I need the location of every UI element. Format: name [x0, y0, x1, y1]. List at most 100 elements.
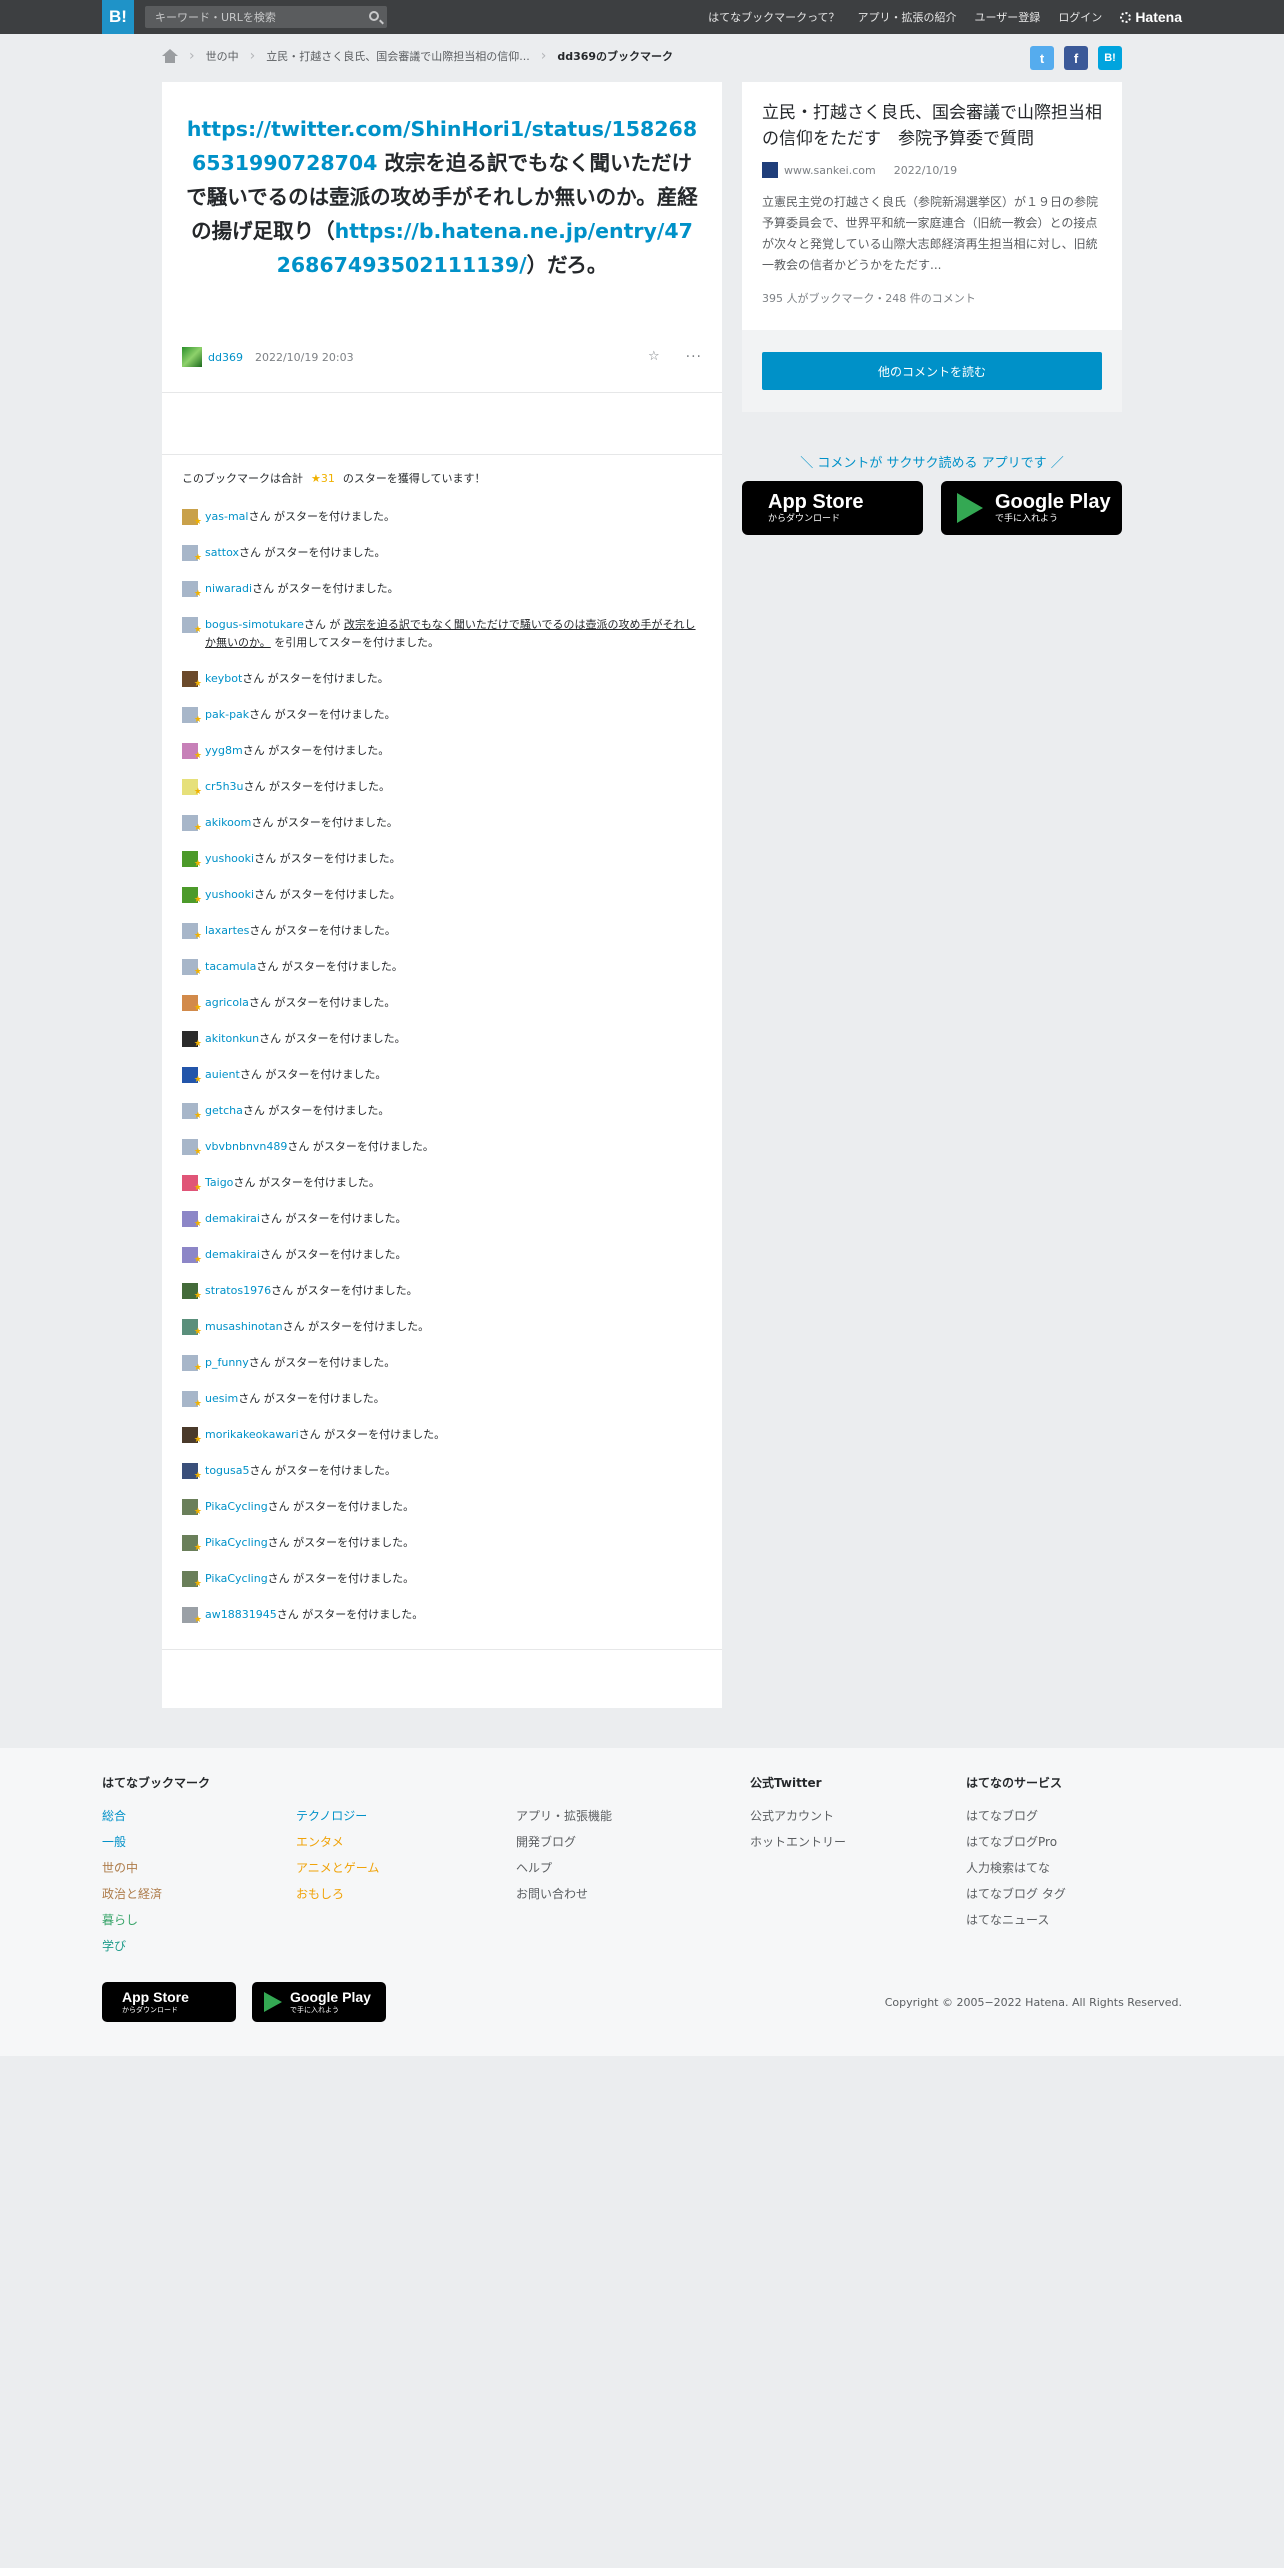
avatar[interactable]	[182, 1355, 202, 1377]
star-user-link[interactable]: demakirai	[205, 1212, 260, 1225]
entry-title[interactable]: 立民・打越さく良氏、国会審議で山際担当相の信仰をただす 参院予算委で質問	[742, 82, 1122, 152]
more-icon[interactable]: ···	[686, 349, 702, 365]
app-store-badge[interactable]: App Store からダウンロード	[742, 481, 923, 535]
breadcrumb-category[interactable]: 世の中	[206, 48, 239, 64]
avatar[interactable]	[182, 1247, 202, 1269]
star-user-link[interactable]: aw18831945	[205, 1608, 277, 1621]
avatar[interactable]	[182, 671, 202, 693]
footer-link-society[interactable]: 世の中	[102, 1860, 210, 1886]
star-user-link[interactable]: yyg8m	[205, 744, 243, 757]
star-user-link[interactable]: pak-pak	[205, 708, 249, 721]
star-user-link[interactable]: uesim	[205, 1392, 238, 1405]
avatar[interactable]	[182, 707, 202, 729]
avatar[interactable]	[182, 1067, 202, 1089]
star-user-link[interactable]: yushooki	[205, 852, 254, 865]
star-user-link[interactable]: akitonkun	[205, 1032, 259, 1045]
star-user-link[interactable]: PikaCycling	[205, 1572, 268, 1585]
footer-link-all[interactable]: 総合	[102, 1808, 210, 1834]
star-user-link[interactable]: PikaCycling	[205, 1500, 268, 1513]
star-user-link[interactable]: yushooki	[205, 888, 254, 901]
hatena-share-icon[interactable]: B!	[1098, 46, 1122, 70]
footer-link-blog[interactable]: はてなブログ	[966, 1808, 1066, 1834]
avatar[interactable]	[182, 1535, 202, 1557]
footer-link-fun[interactable]: おもしろ	[296, 1886, 379, 1912]
avatar[interactable]	[182, 1211, 202, 1233]
footer-link-learning[interactable]: 学び	[102, 1938, 210, 1964]
footer-link-contact[interactable]: お問い合わせ	[516, 1886, 612, 1912]
star-user-link[interactable]: akikoom	[205, 816, 251, 829]
hatena-bookmark-logo[interactable]: B!	[102, 0, 134, 34]
avatar[interactable]	[182, 923, 202, 945]
avatar[interactable]	[182, 743, 202, 765]
avatar[interactable]	[182, 1283, 202, 1305]
avatar[interactable]	[182, 1463, 202, 1485]
google-play-badge[interactable]: Google Play で手に入れよう	[941, 481, 1122, 535]
avatar[interactable]	[182, 1139, 202, 1161]
footer-link-general[interactable]: 一般	[102, 1834, 210, 1860]
avatar[interactable]	[182, 1499, 202, 1521]
avatar[interactable]	[182, 851, 202, 873]
nav-apps[interactable]: アプリ・拡張の紹介	[858, 9, 957, 25]
avatar[interactable]	[182, 959, 202, 981]
twitter-share-icon[interactable]: t	[1030, 46, 1054, 70]
avatar[interactable]	[182, 1103, 202, 1125]
avatar[interactable]	[182, 509, 202, 531]
star-user-link[interactable]: tacamula	[205, 960, 256, 973]
footer-link-question[interactable]: 人力検索はてな	[966, 1860, 1066, 1886]
star-user-link[interactable]: cr5h3u	[205, 780, 244, 793]
avatar[interactable]	[182, 779, 202, 801]
breadcrumb-entry[interactable]: 立民・打越さく良氏、国会審議で山際担当相の信仰...	[266, 48, 530, 64]
google-play-badge[interactable]: Google Play で手に入れよう	[252, 1982, 386, 2022]
star-user-link[interactable]: togusa5	[205, 1464, 249, 1477]
avatar[interactable]	[182, 1571, 202, 1593]
nav-login[interactable]: ログイン	[1058, 9, 1102, 25]
star-user-link[interactable]: keybot	[205, 672, 242, 685]
footer-link-politics[interactable]: 政治と経済	[102, 1886, 210, 1912]
avatar[interactable]	[182, 1319, 202, 1341]
hatena-brand-link[interactable]: Hatena	[1120, 9, 1182, 25]
avatar[interactable]	[182, 887, 202, 909]
nav-register[interactable]: ユーザー登録	[975, 9, 1041, 25]
footer-link-tech[interactable]: テクノロジー	[296, 1808, 379, 1834]
footer-link-entertainment[interactable]: エンタメ	[296, 1834, 379, 1860]
avatar[interactable]	[182, 617, 202, 639]
avatar[interactable]	[182, 1391, 202, 1413]
footer-link-dev-blog[interactable]: 開発ブログ	[516, 1834, 612, 1860]
bookmark-user[interactable]: dd369	[208, 351, 243, 364]
star-user-link[interactable]: demakirai	[205, 1248, 260, 1261]
footer-link-blog-tag[interactable]: はてなブログ タグ	[966, 1886, 1066, 1912]
entry-bookmark-count[interactable]: 395 人がブックマーク・248 件のコメント	[742, 276, 1122, 306]
comment-link-hatena[interactable]: https://b.hatena.ne.jp/entry/47268674935…	[277, 219, 693, 277]
footer-link-hot-entry[interactable]: ホットエントリー	[750, 1834, 846, 1860]
star-user-link[interactable]: laxartes	[205, 924, 249, 937]
search-icon[interactable]	[369, 11, 379, 21]
home-icon[interactable]	[162, 49, 178, 63]
entry-site[interactable]: www.sankei.com	[784, 164, 876, 177]
star-user-link[interactable]: vbvbnbnvn489	[205, 1140, 287, 1153]
avatar[interactable]	[182, 1175, 202, 1197]
star-user-link[interactable]: getcha	[205, 1104, 243, 1117]
footer-link-life[interactable]: 暮らし	[102, 1912, 210, 1938]
avatar[interactable]	[182, 1427, 202, 1449]
avatar[interactable]	[182, 995, 202, 1017]
footer-link-official-account[interactable]: 公式アカウント	[750, 1808, 846, 1834]
app-store-badge[interactable]: App Store からダウンロード	[102, 1982, 236, 2022]
star-user-link[interactable]: stratos1976	[205, 1284, 271, 1297]
footer-link-news[interactable]: はてなニュース	[966, 1912, 1066, 1938]
read-other-comments-button[interactable]: 他のコメントを読む	[762, 352, 1102, 390]
star-user-link[interactable]: niwaradi	[205, 582, 252, 595]
avatar[interactable]	[182, 545, 202, 567]
nav-about[interactable]: はてなブックマークって？	[708, 9, 839, 25]
footer-link-anime-game[interactable]: アニメとゲーム	[296, 1860, 379, 1886]
star-user-link[interactable]: yas-mal	[205, 510, 248, 523]
avatar[interactable]	[182, 1031, 202, 1053]
search-input[interactable]	[145, 6, 355, 28]
star-user-link[interactable]: musashinotan	[205, 1320, 283, 1333]
star-user-link[interactable]: sattox	[205, 546, 239, 559]
footer-link-help[interactable]: ヘルプ	[516, 1860, 612, 1886]
add-star-icon[interactable]: ☆	[648, 349, 660, 365]
avatar[interactable]	[182, 815, 202, 837]
footer-link-blog-pro[interactable]: はてなブログPro	[966, 1834, 1066, 1860]
facebook-share-icon[interactable]: f	[1064, 46, 1088, 70]
star-user-link[interactable]: PikaCycling	[205, 1536, 268, 1549]
